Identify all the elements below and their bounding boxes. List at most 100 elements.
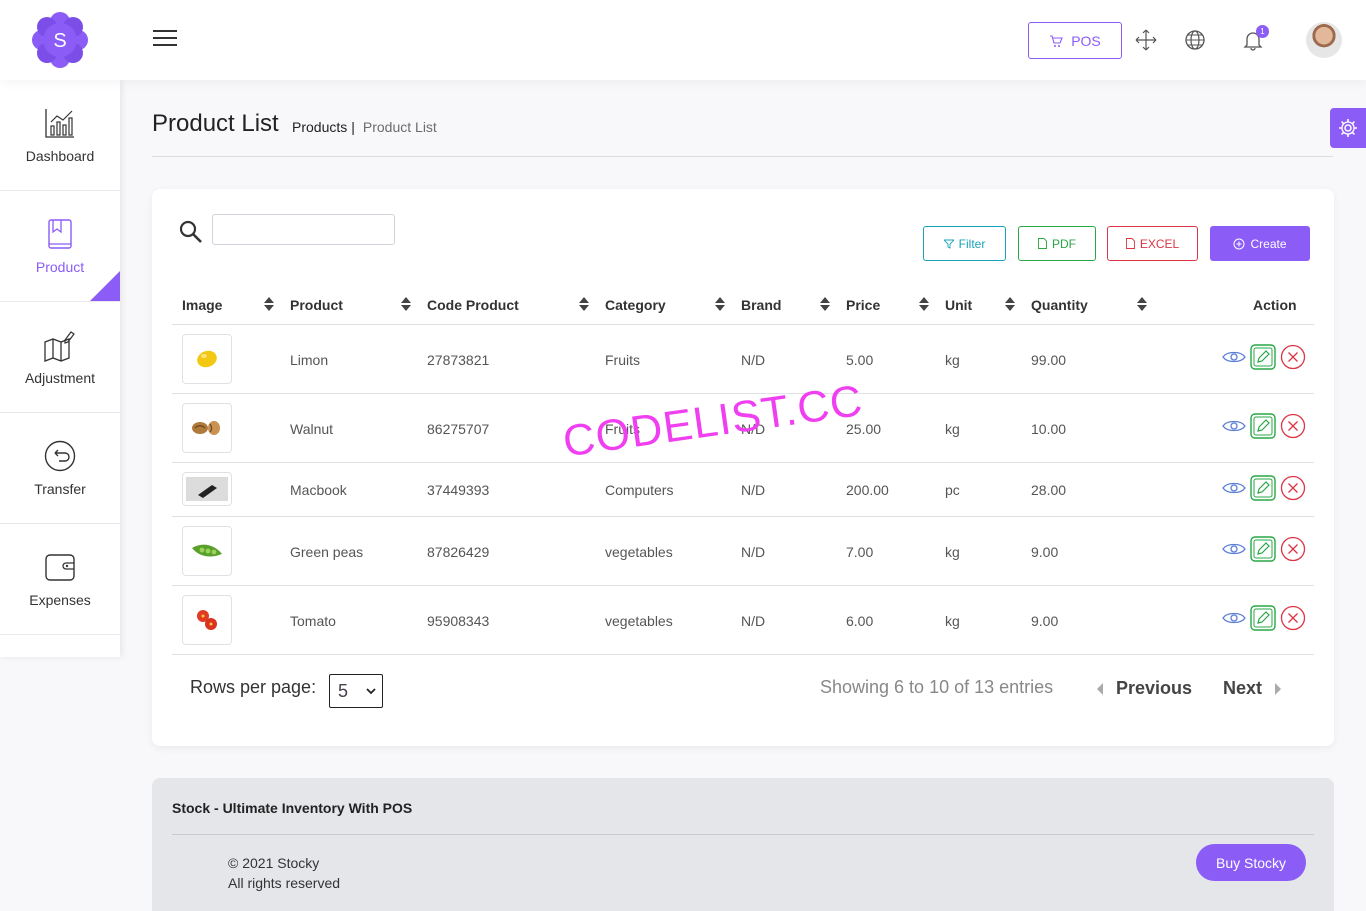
menu-toggle-icon[interactable] [153, 30, 177, 50]
title-divider [152, 156, 1333, 157]
rows-per-page-label: Rows per page: [190, 677, 317, 697]
product-quantity: 28.00 [1031, 482, 1067, 498]
plus-circle-icon [1233, 238, 1245, 249]
sort-icon[interactable] [1137, 297, 1147, 311]
footer-title: Stock - Ultimate Inventory With POS [172, 800, 413, 816]
product-brand: N/D [741, 352, 766, 368]
wallet-icon [45, 554, 75, 581]
column-header-action: Action [1253, 297, 1297, 313]
sidebar-item-adjustment[interactable]: Adjustment [0, 302, 120, 413]
column-header-unit: Unit [945, 297, 973, 313]
table-row[interactable]: Tomato 95908343 vegetables N/D 6.00 kg 9… [172, 586, 1314, 655]
view-eye-icon[interactable] [1222, 419, 1246, 433]
product-name: Macbook [290, 482, 347, 498]
table-row[interactable]: Green peas 87826429 vegetables N/D 7.00 … [172, 517, 1314, 586]
laptop-icon [186, 477, 228, 501]
product-price: 200.00 [846, 482, 889, 498]
sidebar-item-dashboard[interactable]: Dashboard [0, 80, 120, 191]
notification-badge: 1 [1256, 25, 1269, 38]
product-unit: pc [945, 482, 960, 498]
breadcrumb-parent[interactable]: Products [292, 119, 347, 135]
product-unit: kg [945, 613, 960, 629]
sort-icon[interactable] [820, 297, 830, 311]
sort-icon[interactable] [919, 297, 929, 311]
page-footer: Stock - Ultimate Inventory With POS © 20… [152, 778, 1334, 911]
sidebar-item-expenses[interactable]: Expenses [0, 524, 120, 635]
sort-icon[interactable] [715, 297, 725, 311]
file-excel-icon [1125, 238, 1135, 249]
product-price: 5.00 [846, 352, 874, 368]
page-title: Product List [152, 110, 279, 137]
footer-divider [172, 834, 1314, 835]
chevron-down-icon [366, 687, 376, 694]
sidebar-item-label: Expenses [29, 592, 91, 608]
table-row[interactable]: Limon 27873821 Fruits N/D 5.00 kg 99.00 [172, 325, 1314, 394]
pdf-button[interactable]: PDF [1018, 226, 1096, 261]
edit-pencil-icon[interactable] [1250, 605, 1276, 631]
gear-icon [1339, 119, 1357, 137]
product-name: Walnut [290, 421, 334, 437]
product-image [182, 595, 232, 645]
rows-per-page-select[interactable]: 5 [329, 674, 383, 708]
column-header-image: Image [182, 297, 223, 313]
previous-page-button[interactable]: Previous [1097, 678, 1192, 699]
adjustment-map-icon [44, 331, 75, 362]
view-eye-icon[interactable] [1222, 350, 1246, 364]
delete-x-icon[interactable] [1280, 605, 1306, 631]
footer-copyright: © 2021 Stocky All rights reserved [228, 853, 340, 893]
chevron-right-icon [1275, 682, 1282, 695]
create-button[interactable]: Create [1210, 226, 1310, 261]
edit-pencil-icon[interactable] [1250, 344, 1276, 370]
top-header: S POS 1 [0, 0, 1366, 80]
pos-button[interactable]: POS [1028, 22, 1122, 59]
product-name: Green peas [290, 544, 364, 560]
table-row[interactable]: Macbook 37449393 Computers N/D 200.00 pc… [172, 463, 1314, 517]
create-label: Create [1250, 236, 1287, 251]
delete-x-icon[interactable] [1280, 413, 1306, 439]
product-name: Tomato [290, 613, 336, 629]
view-eye-icon[interactable] [1222, 481, 1246, 495]
green-peas-icon [192, 544, 222, 557]
excel-button[interactable]: EXCEL [1107, 226, 1198, 261]
lemon-icon [197, 350, 217, 368]
filter-button[interactable]: Filter [923, 226, 1006, 261]
sidebar-item-product[interactable]: Product [0, 191, 120, 302]
pos-label: POS [1071, 32, 1101, 49]
column-header-price: Price [846, 297, 881, 313]
fullscreen-icon[interactable] [1134, 28, 1158, 52]
view-eye-icon[interactable] [1222, 611, 1246, 625]
view-eye-icon[interactable] [1222, 542, 1246, 556]
customizer-toggle[interactable] [1330, 108, 1366, 148]
sort-icon[interactable] [1005, 297, 1015, 311]
sidebar-item-label: Transfer [34, 481, 86, 497]
delete-x-icon[interactable] [1280, 344, 1306, 370]
product-price: 7.00 [846, 544, 874, 560]
sort-icon[interactable] [264, 297, 274, 311]
product-quantity: 9.00 [1031, 544, 1059, 560]
edit-pencil-icon[interactable] [1250, 536, 1276, 562]
product-code: 95908343 [427, 613, 490, 629]
pdf-label: PDF [1052, 236, 1076, 251]
app-logo[interactable]: S [32, 12, 88, 68]
tomato-icon [197, 610, 217, 630]
globe-icon[interactable] [1183, 28, 1207, 52]
next-page-button[interactable]: Next [1223, 678, 1282, 699]
delete-x-icon[interactable] [1280, 536, 1306, 562]
sort-icon[interactable] [579, 297, 589, 311]
delete-x-icon[interactable] [1280, 475, 1306, 501]
user-avatar[interactable] [1306, 22, 1342, 58]
edit-pencil-icon[interactable] [1250, 475, 1276, 501]
file-pdf-icon [1038, 238, 1047, 249]
pagination-info: Showing 6 to 10 of 13 entries [820, 677, 1054, 697]
breadcrumb-separator: | [351, 119, 355, 135]
buy-stocky-button[interactable]: Buy Stocky [1196, 844, 1306, 881]
rights-text: All rights reserved [228, 875, 341, 891]
product-unit: kg [945, 421, 960, 437]
edit-pencil-icon[interactable] [1250, 413, 1276, 439]
sort-icon[interactable] [401, 297, 411, 311]
product-price: 6.00 [846, 613, 874, 629]
product-category: vegetables [605, 613, 673, 629]
search-input[interactable] [212, 214, 395, 245]
sidebar-item-transfer[interactable]: Transfer [0, 413, 120, 524]
sidebar-item-label: Dashboard [25, 148, 95, 164]
